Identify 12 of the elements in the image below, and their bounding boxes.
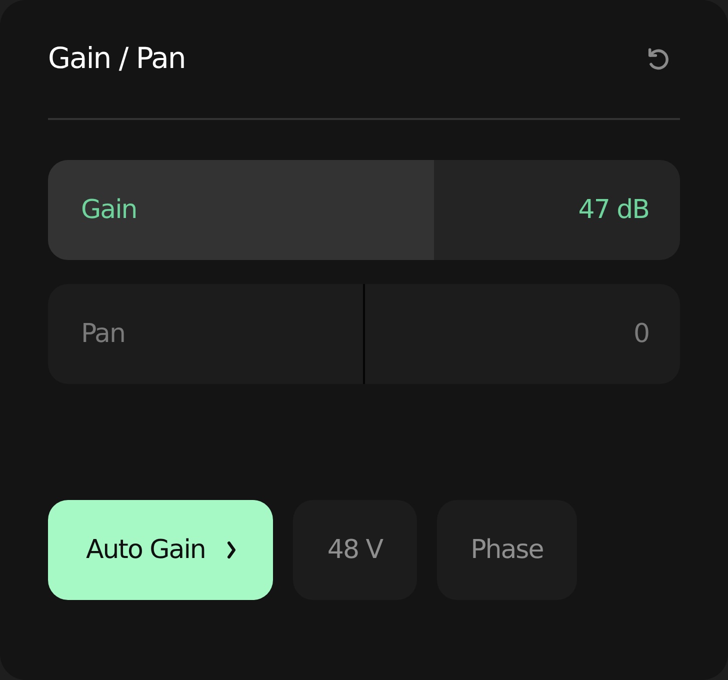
slider-track[interactable]: Gain 47 dB: [48, 160, 680, 260]
slider-fill[interactable]: [48, 160, 434, 260]
toggle-button[interactable]: Phase: [436, 500, 578, 600]
chevron-icon: [227, 541, 238, 559]
slider-track[interactable]: Pan 0: [48, 284, 680, 384]
slider-value: 0: [633, 319, 649, 349]
toggle-button[interactable]: Auto Gain: [48, 500, 274, 600]
panel-title: Gain / Pan: [48, 41, 186, 75]
slider-value: 47 dB: [578, 195, 649, 225]
slider-label: Pan: [81, 319, 125, 349]
toggle-button[interactable]: 48 V: [293, 500, 417, 600]
slider-label: Gain: [81, 195, 137, 225]
